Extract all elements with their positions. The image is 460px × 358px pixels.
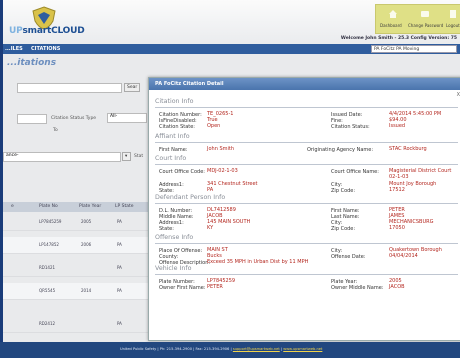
court-office-name-value-line2: 02-1-03 xyxy=(389,174,409,180)
section-vehicle-info: Vehicle Info xyxy=(155,265,458,275)
welcome-text: Welcome John Smith - 25.3 Config Version… xyxy=(340,36,457,41)
owner-middle-name-label: Owner Middle Name: xyxy=(331,285,384,291)
citation-status-type-select[interactable]: All- xyxy=(107,113,147,123)
cell-state: PA xyxy=(117,242,122,247)
key-icon[interactable] xyxy=(420,9,430,19)
logout-icon[interactable] xyxy=(448,9,458,19)
filter-input[interactable] xyxy=(17,114,47,124)
court-state-value: PA xyxy=(207,187,214,193)
dialog-title: PA FoCitz Citation Detail xyxy=(155,81,224,87)
facility-select[interactable]: PA FoCitz PA Moving xyxy=(371,45,457,53)
cell-plate: RD1421 xyxy=(39,265,56,270)
citation-state-label: Citation State: xyxy=(159,124,195,130)
court-office-name-label: Court Office Name: xyxy=(331,169,379,175)
search-button[interactable]: Sear xyxy=(124,83,141,92)
citation-status-value: Issued xyxy=(389,123,406,129)
page-footer: United Public Safety | Ph: 215-394-2900 … xyxy=(0,342,460,358)
logo-text-rest: smartCLOUD xyxy=(22,26,85,36)
search-input[interactable] xyxy=(17,83,122,93)
top-nav: Dashboard Change Password Logout xyxy=(375,4,460,34)
citation-detail-dialog: PA FoCitz Citation Detail X Citation Inf… xyxy=(148,77,460,341)
page-title: ...itations xyxy=(7,58,57,68)
col-header[interactable]: e xyxy=(11,204,14,209)
owner-middle-name-value: JACOB xyxy=(389,284,405,290)
cell-state: PA xyxy=(117,321,122,326)
agency-label: Originating Agency Name: xyxy=(307,147,374,153)
to-label: To xyxy=(53,128,58,133)
cell-year: 2005 xyxy=(81,219,92,224)
section-citation-info: Citation Info xyxy=(155,98,458,108)
court-address-value: 341 Chestnut Street xyxy=(207,181,258,187)
col-header-lp-state[interactable]: LP State xyxy=(115,204,134,209)
footer-contact: United Public Safety | Ph: 215-394-2900 … xyxy=(120,347,232,351)
menu-files[interactable]: ...ILES xyxy=(5,46,23,52)
menu-citations[interactable]: CITATIONS xyxy=(31,46,60,52)
offense-date-label: Offense Date: xyxy=(331,254,366,260)
citation-status-type-label: Citation Status Type xyxy=(51,116,97,121)
stat-label: Stat xyxy=(134,154,144,159)
nav-logout[interactable]: Logout xyxy=(446,23,460,28)
app-window: UPsmartCLOUD Dashboard Change Password L… xyxy=(3,0,460,342)
defendant-state-value: KY xyxy=(207,225,214,231)
home-icon[interactable] xyxy=(388,9,398,19)
cell-plate: RD2412 xyxy=(39,321,56,326)
chevron-down-icon[interactable]: ▾ xyxy=(122,152,131,161)
nav-change-password[interactable]: Change Password xyxy=(408,23,443,28)
dialog-titlebar[interactable]: PA FoCitz Citation Detail xyxy=(149,78,460,90)
footer-website-link[interactable]: www.upsmartweb.net xyxy=(283,347,322,351)
filter-select[interactable]: ance- xyxy=(3,152,121,162)
citation-state-value: Open xyxy=(207,123,221,129)
citation-status-label: Citation Status: xyxy=(331,124,370,130)
section-affiant-info: Affiant Info xyxy=(155,133,458,143)
owner-first-name-label: Owner First Name: xyxy=(159,285,206,291)
cell-year: 2006 xyxy=(81,242,92,247)
agency-value: STAC Rockburg xyxy=(389,146,427,152)
court-office-code-label: Court Office Code: xyxy=(159,169,205,175)
cell-plate: LP7845259 xyxy=(39,219,62,224)
cell-plate: LP147852 xyxy=(39,242,59,247)
court-zip-value: 17512 xyxy=(389,187,405,193)
screen-frame: UPsmartCLOUD Dashboard Change Password L… xyxy=(0,0,460,358)
app-logo[interactable]: UPsmartCLOUD xyxy=(9,26,85,36)
defendant-zip-value: 17050 xyxy=(389,225,405,231)
cell-state: PA xyxy=(117,288,122,293)
section-defendant-info: Defendant Person Info xyxy=(155,194,458,204)
col-header-plate-year[interactable]: Plate Year xyxy=(79,204,101,209)
col-header-plate-no[interactable]: Plate No xyxy=(39,204,58,209)
cell-state: PA xyxy=(117,219,122,224)
footer-text: United Public Safety | Ph: 215-394-2900 … xyxy=(120,347,323,351)
cell-year: 2014 xyxy=(81,288,92,293)
footer-support-link[interactable]: support@upsmartweb.net xyxy=(233,347,280,351)
court-office-code-value: MDJ-02-1-03 xyxy=(207,168,238,174)
offense-date-value: 04/04/2014 xyxy=(389,253,418,259)
defendant-address-value: 145 MAIN SOUTH xyxy=(207,219,251,225)
defendant-state-label: State: xyxy=(159,226,174,232)
cell-plate: QR5545 xyxy=(39,288,56,293)
nav-dashboard[interactable]: Dashboard xyxy=(380,23,402,28)
section-court-info: Court Info xyxy=(155,155,458,165)
defendant-zip-label: Zip Code: xyxy=(331,226,356,232)
cell-state: PA xyxy=(117,265,122,270)
first-name-value: John Smith xyxy=(207,146,235,152)
first-name-label: First Name: xyxy=(159,147,188,153)
owner-first-name-value: PETER xyxy=(207,284,223,290)
section-offense-info: Offense Info xyxy=(155,234,458,244)
